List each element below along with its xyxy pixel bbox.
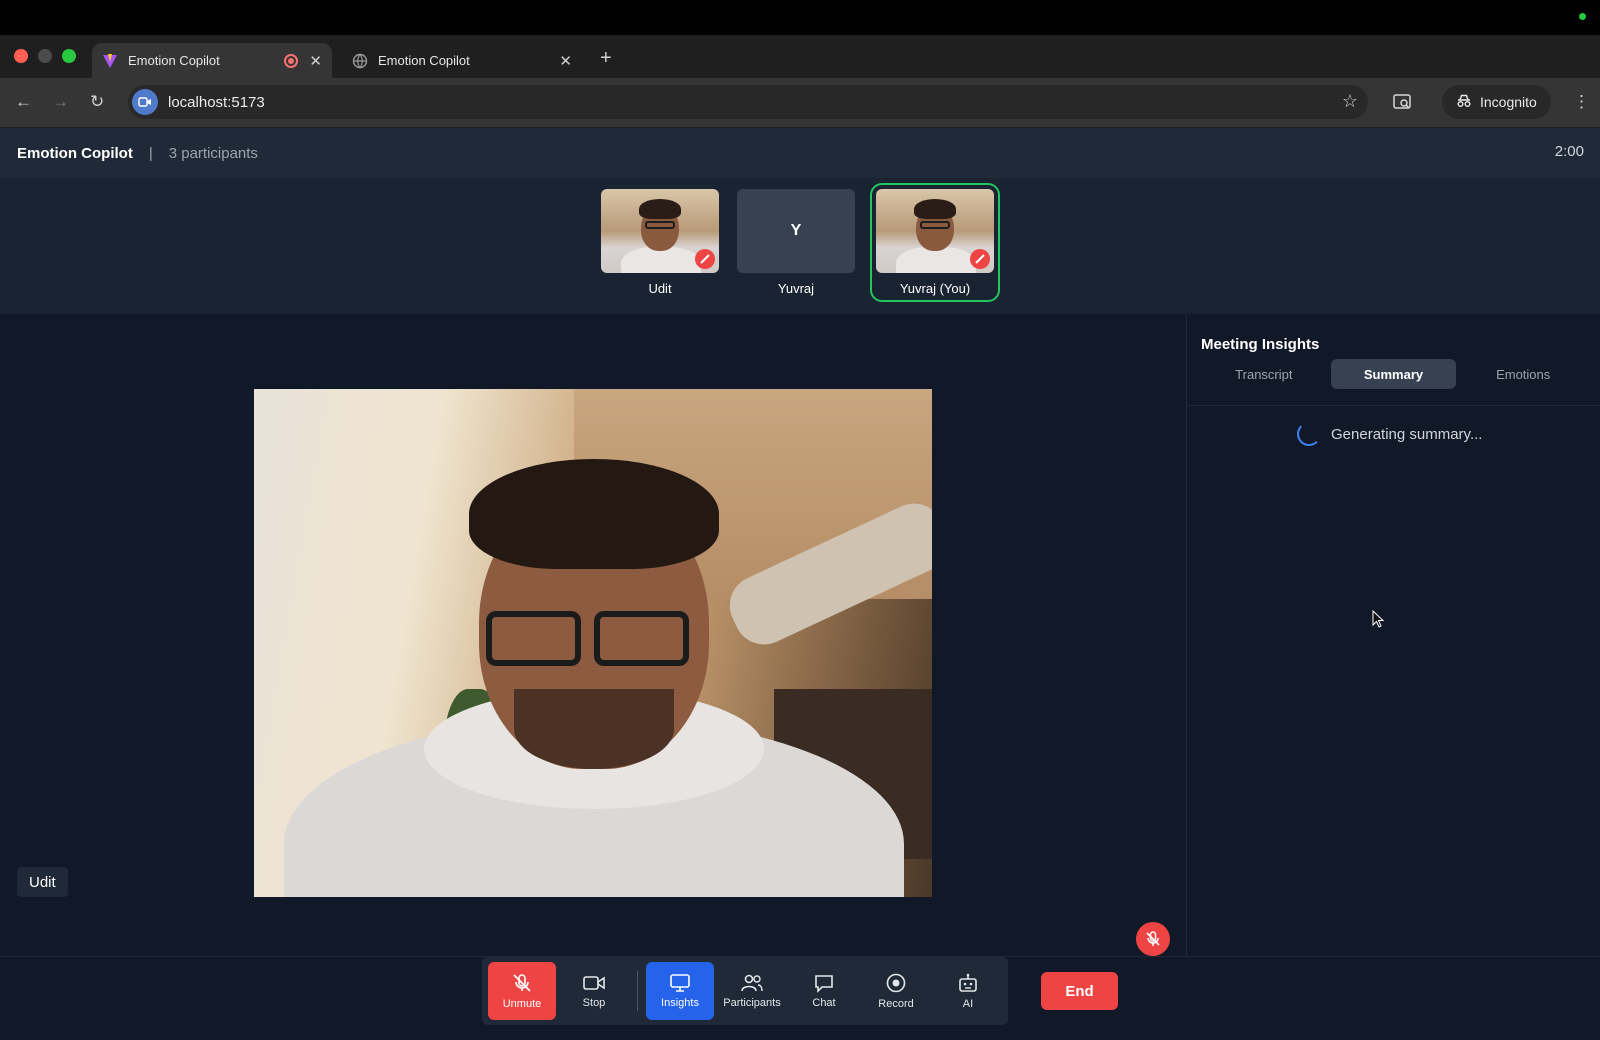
control-label: AI [962,998,974,1010]
mic-off-icon [695,249,715,269]
incognito-label: Incognito [1480,94,1537,110]
status-indicator [1579,13,1586,20]
people-icon [741,974,763,992]
main-video [254,389,932,897]
record-icon [886,973,906,993]
insights-button[interactable]: Insights [646,962,714,1020]
mic-off-icon [970,249,990,269]
participant-tile-selected[interactable]: Yuvraj (You) [870,183,1000,302]
close-tab-icon[interactable]: ✕ [559,52,572,70]
control-separator [637,971,638,1011]
control-bar: Unmute Stop Insights Participants Chat R… [0,956,1600,1040]
browser-menu-icon[interactable]: ⋮ [1573,92,1590,112]
stop-video-button[interactable]: Stop [560,962,628,1020]
tab-emotions[interactable]: Emotions [1460,359,1586,389]
header-separator: | [148,144,153,162]
control-label: Stop [582,997,606,1009]
browser-tab[interactable]: Emotion Copilot ✕ [342,43,582,78]
globe-icon [352,53,368,69]
close-tab-icon[interactable]: ✕ [309,52,322,70]
control-label: Insights [661,997,699,1009]
participant-video [876,189,994,273]
tab-search-icon[interactable] [1392,92,1412,117]
main-stage [0,314,1186,956]
back-arrow-icon[interactable]: ← [15,92,32,112]
avatar-initial: Y [790,222,802,239]
end-call-button[interactable]: End [1041,972,1118,1010]
system-menu-bar [0,0,1600,35]
browser-tab-bar: Emotion Copilot ✕ Emotion Copilot ✕ + [0,35,1600,78]
window-maximize-button[interactable] [62,49,76,63]
participant-name: Udit [648,281,672,296]
bookmark-star-icon[interactable]: ☆ [1342,91,1358,112]
loading-spinner-icon [1297,422,1321,446]
summary-status: Generating summary... [1297,422,1482,446]
stage-mute-indicator [1136,922,1170,956]
chat-bubble-icon [815,975,833,993]
divider [1187,405,1600,406]
reload-icon[interactable]: ↻ [90,92,104,112]
participant-name: Yuvraj [777,281,815,296]
participant-count: 3 participants [168,144,258,162]
new-tab-icon[interactable]: + [600,47,612,70]
insights-tabs: Transcript Summary Emotions [1201,359,1586,389]
video-camera-icon [583,976,605,990]
recording-icon [284,53,298,68]
browser-toolbar: ← → ↻ localhost:5173 ☆ Incognito ⋮ [0,78,1600,128]
address-bar[interactable]: localhost:5173 ☆ [128,85,1368,119]
unmute-button[interactable]: Unmute [488,962,556,1020]
window-close-button[interactable] [14,49,28,63]
control-label: Chat [812,997,836,1009]
tab-title: Emotion Copilot [128,53,220,68]
participant-strip: Udit Y Yuvraj Yuvraj (You) [0,178,1600,314]
control-label: Record [878,998,914,1010]
monitor-icon [670,974,690,992]
tab-title: Emotion Copilot [378,53,470,68]
control-label: Participants [723,997,781,1009]
app-title: Emotion Copilot [17,144,133,162]
participant-tile[interactable]: Udit [601,189,719,296]
site-camera-icon [132,89,158,115]
control-label: Unmute [502,998,542,1010]
tab-summary[interactable]: Summary [1330,359,1457,389]
insights-panel: Meeting Insights Transcript Summary Emot… [1186,314,1600,956]
incognito-icon [1456,94,1472,111]
tab-transcript[interactable]: Transcript [1201,359,1327,389]
meeting-app: Emotion Copilot | 3 participants 2:00 Ud… [0,128,1600,1040]
participant-video [601,189,719,273]
url-text: localhost:5173 [168,93,265,111]
meeting-timer: 2:00 [1554,143,1584,160]
chat-button[interactable]: Chat [790,962,858,1020]
mic-off-icon [513,974,531,992]
participant-tile[interactable]: Y Yuvraj [737,189,855,296]
avatar: Y [737,189,855,273]
vite-logo-icon [102,53,118,69]
browser-tab-active[interactable]: Emotion Copilot ✕ [92,43,332,78]
participants-button[interactable]: Participants [718,962,786,1020]
mouse-cursor-icon [1372,609,1386,635]
control-group: Unmute Stop Insights Participants Chat R… [482,957,1008,1025]
summary-status-text: Generating summary... [1331,425,1483,443]
robot-icon [959,973,977,992]
window-minimize-button[interactable] [38,49,52,63]
record-button[interactable]: Record [862,962,930,1020]
insights-title: Meeting Insights [1201,336,1320,353]
mic-off-icon [1136,922,1170,956]
ai-button[interactable]: AI [934,962,1002,1020]
meeting-header: Emotion Copilot | 3 participants 2:00 [0,128,1600,178]
speaker-name-tag: Udit [17,867,68,897]
participant-name: Yuvraj (You) [899,281,971,296]
incognito-badge[interactable]: Incognito [1442,85,1551,119]
forward-arrow-icon[interactable]: → [52,92,69,112]
